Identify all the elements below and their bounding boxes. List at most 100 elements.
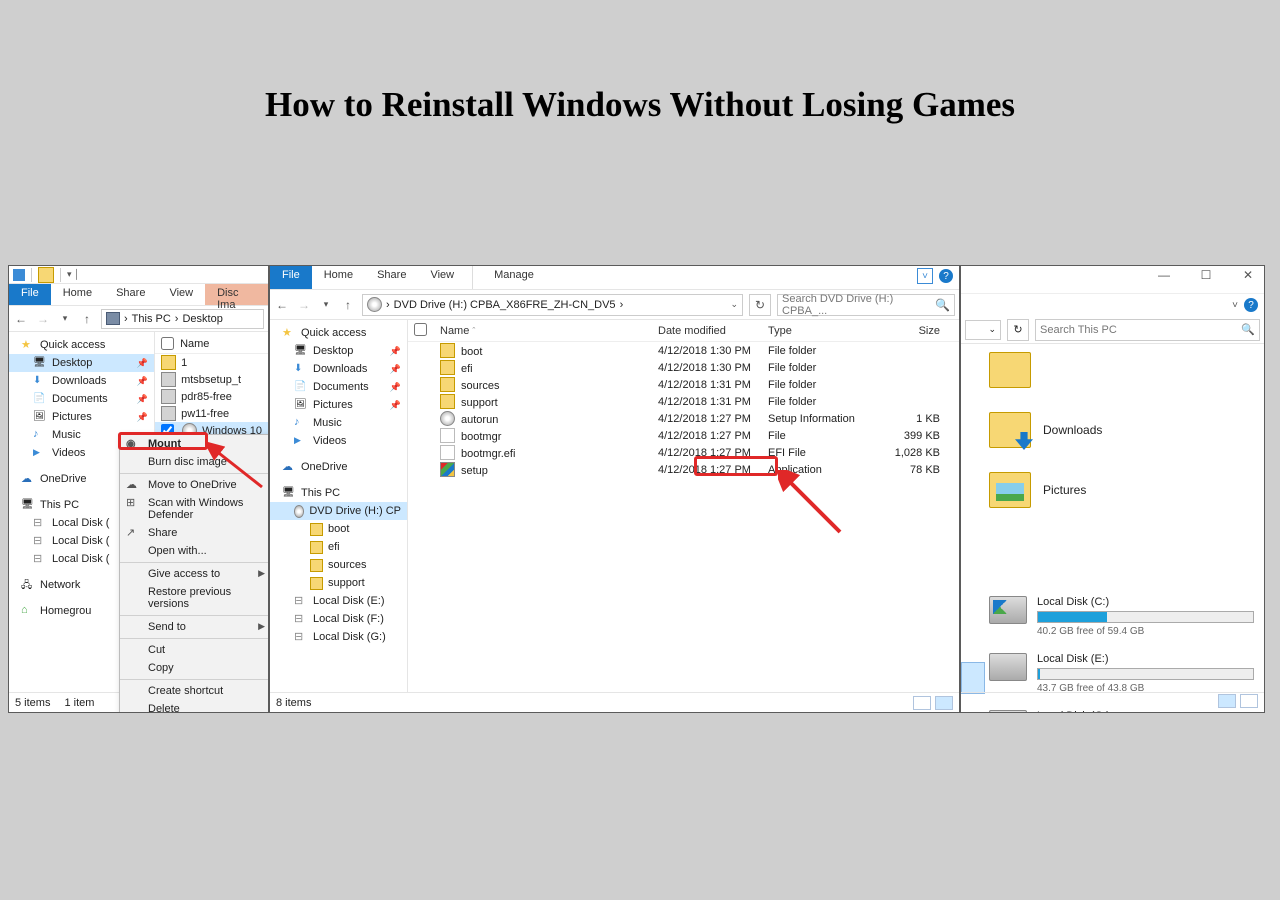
file-row[interactable]: mtsbsetup_t xyxy=(155,371,268,388)
refresh-button[interactable]: ↻ xyxy=(1007,319,1029,341)
minimize-button[interactable]: ― xyxy=(1152,268,1176,282)
tree-pictures[interactable]: Pictures📌 xyxy=(9,408,154,426)
breadcrumb-desktop[interactable]: Desktop xyxy=(182,313,222,325)
ctx-move-onedrive[interactable]: ☁Move to OneDrive xyxy=(120,476,269,494)
close-button[interactable]: ✕ xyxy=(1236,268,1260,282)
ctx-scan-defender[interactable]: ⊞Scan with Windows Defender xyxy=(120,494,269,524)
view-icons[interactable] xyxy=(1214,694,1258,711)
ctx-give-access[interactable]: Give access to▶ xyxy=(120,565,269,583)
col-type-header[interactable]: Type xyxy=(762,325,872,337)
ctx-restore-versions[interactable]: Restore previous versions xyxy=(120,583,269,613)
folder-shortcut[interactable] xyxy=(989,352,1264,388)
recent-button[interactable]: ▾ xyxy=(57,311,73,327)
tree-music[interactable]: Music xyxy=(270,414,407,432)
file-row[interactable]: sources4/12/2018 1:31 PMFile folder xyxy=(408,376,959,393)
forward-button[interactable]: → xyxy=(35,311,51,327)
tree-downloads[interactable]: Downloads📌 xyxy=(270,360,407,378)
menu-disc-image-tools[interactable]: Disc Ima xyxy=(205,284,268,305)
file-row[interactable]: autorun4/12/2018 1:27 PMSetup Informatio… xyxy=(408,410,959,427)
file-row[interactable]: efi4/12/2018 1:30 PMFile folder xyxy=(408,359,959,376)
ctx-open-with[interactable]: Open with... xyxy=(120,542,269,560)
ctx-copy[interactable]: Copy xyxy=(120,659,269,677)
up-button[interactable]: ↑ xyxy=(79,311,95,327)
col-size-header[interactable]: Size xyxy=(872,325,946,337)
folder-shortcut[interactable]: Downloads xyxy=(989,412,1264,448)
address-field[interactable]: ⌄ xyxy=(965,320,1001,340)
back-button[interactable]: ← xyxy=(274,297,290,313)
tree-pictures[interactable]: Pictures📌 xyxy=(270,396,407,414)
select-all-checkbox[interactable] xyxy=(414,323,427,336)
file-row[interactable]: bootmgr.efi4/12/2018 1:27 PMEFI File1,02… xyxy=(408,444,959,461)
tree-videos[interactable]: Videos xyxy=(270,432,407,450)
menu-home[interactable]: Home xyxy=(312,266,365,289)
tree-support[interactable]: support xyxy=(270,574,407,592)
tree-desktop[interactable]: Desktop📌 xyxy=(270,342,407,360)
file-list-panel[interactable]: Name ˆ Date modified Type Size boot4/12/… xyxy=(408,320,959,692)
file-row[interactable]: boot4/12/2018 1:30 PMFile folder xyxy=(408,342,959,359)
ctx-burn[interactable]: Burn disc image xyxy=(120,453,269,471)
tree-local-disk[interactable]: Local Disk (E:) xyxy=(270,592,407,610)
tree-onedrive[interactable]: OneDrive xyxy=(270,458,407,476)
forward-button[interactable]: → xyxy=(296,297,312,313)
file-row[interactable]: setup4/12/2018 1:27 PMApplication78 KB xyxy=(408,461,959,478)
qat-chevron-icon[interactable]: ▾ │ xyxy=(67,269,80,280)
tree-this-pc[interactable]: This PC xyxy=(270,484,407,502)
menu-share[interactable]: Share xyxy=(365,266,418,289)
menu-view[interactable]: View xyxy=(418,266,466,289)
ctx-share[interactable]: ↗Share xyxy=(120,524,269,542)
help-icon[interactable]: ? xyxy=(1244,298,1258,312)
breadcrumb-thispc[interactable]: This PC xyxy=(132,313,171,325)
file-row[interactable]: pw11-free xyxy=(155,405,268,422)
view-icons[interactable] xyxy=(913,696,953,710)
menu-home[interactable]: Home xyxy=(51,284,104,305)
address-field[interactable]: › This PC › Desktop xyxy=(101,309,264,329)
file-row[interactable]: 1 xyxy=(155,354,268,371)
recent-button[interactable]: ▾ xyxy=(318,297,334,313)
menu-manage[interactable]: Manage xyxy=(482,266,546,289)
folder-shortcut[interactable]: Pictures xyxy=(989,472,1264,508)
ctx-delete[interactable]: Delete xyxy=(120,700,269,713)
up-button[interactable]: ↑ xyxy=(340,297,356,313)
col-name-header[interactable]: Name ˆ xyxy=(434,325,652,337)
tree-dvd-drive[interactable]: DVD Drive (H:) CP xyxy=(270,502,407,520)
tree-downloads[interactable]: Downloads📌 xyxy=(9,372,154,390)
drive-item[interactable]: Local Disk (E:)43.7 GB free of 43.8 GB xyxy=(989,653,1254,694)
menu-share[interactable]: Share xyxy=(104,284,157,305)
tree-quick-access[interactable]: Quick access xyxy=(9,336,154,354)
file-tab[interactable]: File xyxy=(9,284,51,305)
file-row[interactable]: bootmgr4/12/2018 1:27 PMFile399 KB xyxy=(408,427,959,444)
context-menu[interactable]: ◉Mount Burn disc image ☁Move to OneDrive… xyxy=(119,434,269,713)
tree-local-disk[interactable]: Local Disk (F:) xyxy=(270,610,407,628)
help-icon[interactable]: ? xyxy=(939,269,953,283)
ctx-create-shortcut[interactable]: Create shortcut xyxy=(120,682,269,700)
search-box[interactable]: Search This PC🔍 xyxy=(1035,319,1260,341)
ribbon-expand-button[interactable]: ˅ xyxy=(1232,300,1238,311)
tree-efi[interactable]: efi xyxy=(270,538,407,556)
file-tab[interactable]: File xyxy=(270,266,312,289)
ctx-cut[interactable]: Cut xyxy=(120,641,269,659)
tree-documents[interactable]: Documents📌 xyxy=(270,378,407,396)
ctx-mount[interactable]: ◉Mount xyxy=(120,435,269,453)
menu-view[interactable]: View xyxy=(157,284,205,305)
tree-sources[interactable]: sources xyxy=(270,556,407,574)
col-date-header[interactable]: Date modified xyxy=(652,325,762,337)
drive-item[interactable]: Local Disk (C:)40.2 GB free of 59.4 GB xyxy=(989,596,1254,637)
ctx-send-to[interactable]: Send to▶ xyxy=(120,618,269,636)
tree-quick-access[interactable]: Quick access xyxy=(270,324,407,342)
file-row[interactable]: pdr85-free xyxy=(155,388,268,405)
tree-boot[interactable]: boot xyxy=(270,520,407,538)
refresh-button[interactable]: ↻ xyxy=(749,294,771,316)
tree-desktop[interactable]: Desktop📌 xyxy=(9,354,154,372)
tree-local-disk[interactable]: Local Disk (G:) xyxy=(270,628,407,646)
search-box[interactable]: Search DVD Drive (H:) CPBA_...🔍 xyxy=(777,294,955,316)
select-all-checkbox[interactable] xyxy=(161,337,174,350)
address-field[interactable]: › DVD Drive (H:) CPBA_X86FRE_ZH-CN_DV5 ›… xyxy=(362,294,743,316)
maximize-button[interactable]: ☐ xyxy=(1194,268,1218,282)
list-header[interactable]: Name ˆ Date modified Type Size xyxy=(408,320,959,342)
breadcrumb-dvd[interactable]: DVD Drive (H:) CPBA_X86FRE_ZH-CN_DV5 xyxy=(394,299,616,311)
back-button[interactable]: ← xyxy=(13,311,29,327)
file-row[interactable]: support4/12/2018 1:31 PMFile folder xyxy=(408,393,959,410)
list-header[interactable]: Name xyxy=(155,334,268,354)
window-controls[interactable]: ― ☐ ✕ xyxy=(1152,268,1260,282)
nav-tree[interactable]: Quick access Desktop📌Downloads📌Documents… xyxy=(270,320,408,692)
